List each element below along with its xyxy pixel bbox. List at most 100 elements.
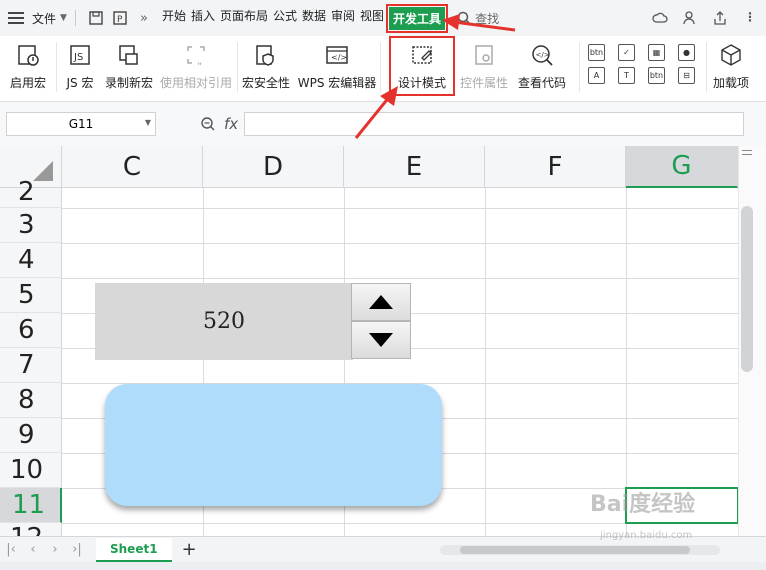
macro-security-button[interactable]: 宏安全性 (238, 36, 294, 96)
view-code-icon: </> (529, 42, 555, 68)
column-header-f[interactable]: F (485, 146, 626, 188)
combo-control-icon[interactable]: ⊟ (678, 67, 695, 84)
relative-ref-button[interactable]: „ 使用相对引用 (155, 36, 237, 96)
tab-formula[interactable]: 公式 (273, 7, 297, 30)
js-macro-icon: JS (67, 42, 93, 68)
js-macro-button[interactable]: JS JS 宏 (57, 36, 103, 96)
sheet-tab[interactable]: Sheet1 (96, 537, 172, 562)
svg-text:JS: JS (73, 52, 83, 63)
row-header-6[interactable]: 6 (0, 313, 62, 348)
file-label: 文件 (32, 11, 57, 26)
triangle-up-icon (369, 295, 393, 309)
enable-macro-button[interactable]: 启用宏 (0, 36, 56, 96)
record-macro-button[interactable]: 录制新宏 (103, 36, 155, 96)
more-icon[interactable]: » (135, 9, 153, 27)
row-header-11[interactable]: 11 (0, 488, 62, 523)
formula-tools: fx (200, 115, 238, 133)
grid-line (62, 278, 738, 279)
tab-home[interactable]: 开始 (162, 7, 186, 30)
user-add-icon[interactable] (682, 10, 698, 26)
label-control-icon[interactable]: A (588, 67, 605, 84)
file-menu[interactable]: 文件 ▼ (32, 10, 67, 27)
column-header-c[interactable]: C (62, 146, 203, 188)
horizontal-scrollbar[interactable] (440, 545, 720, 555)
chevron-down-icon: ▼ (144, 118, 151, 127)
row-header-7[interactable]: 7 (0, 348, 62, 383)
tab-view[interactable]: 视图 (360, 7, 384, 30)
tab-page-layout[interactable]: 页面布局 (220, 7, 268, 30)
row-header-12[interactable]: 12 (0, 523, 62, 536)
record-macro-icon (116, 42, 142, 68)
chevron-down-icon: ▼ (60, 13, 67, 23)
grid-line (62, 208, 738, 209)
form-controls: btn ✓ ▦ ● A T btn ⊟ (580, 36, 706, 84)
button-control-icon[interactable]: btn (588, 44, 605, 61)
vertical-scrollbar[interactable] (738, 146, 766, 536)
save-icon[interactable] (87, 9, 105, 27)
control-properties-button[interactable]: 控件属性 (455, 36, 513, 96)
add-sheet-icon[interactable]: + (182, 539, 197, 560)
addins-icon (718, 42, 744, 68)
command-control-icon[interactable]: btn (648, 67, 665, 84)
scroll-thumb[interactable] (741, 206, 753, 372)
grid-line (62, 243, 738, 244)
design-mode-icon (409, 42, 435, 68)
divider (74, 10, 76, 26)
formula-input[interactable] (244, 112, 745, 136)
column-header-g[interactable]: G (626, 146, 738, 188)
tab-data[interactable]: 数据 (302, 7, 326, 30)
ribbon-tabs: 开始 插入 页面布局 公式 数据 审阅 视图 开发工具 (162, 3, 449, 33)
row-header-10[interactable]: 10 (0, 453, 62, 488)
annotation-arrow (354, 86, 398, 139)
column-header-d[interactable]: D (203, 146, 344, 188)
addins-label: 加载项 (712, 76, 749, 90)
watermark-url: jingyan.baidu.com (600, 530, 693, 541)
spin-value: 520 (203, 309, 245, 334)
macro-security-icon (253, 42, 279, 68)
first-sheet-icon[interactable]: |‹ (0, 542, 22, 557)
view-code-button[interactable]: </> 查看代码 (513, 36, 571, 96)
grid-line (626, 188, 627, 536)
spin-up-button[interactable] (351, 283, 411, 321)
row-header-4[interactable]: 4 (0, 243, 62, 278)
enable-macro-label: 启用宏 (9, 76, 46, 90)
annotation-arrow (442, 14, 516, 32)
share-icon[interactable] (712, 10, 728, 26)
last-sheet-icon[interactable]: ›| (66, 542, 88, 557)
tab-review[interactable]: 审阅 (331, 7, 355, 30)
zoom-icon[interactable] (200, 116, 216, 132)
textbox-control-icon[interactable]: T (618, 67, 635, 84)
name-box[interactable]: G11 ▼ (6, 112, 156, 136)
export-icon[interactable]: P (111, 9, 129, 27)
more-vertical-icon[interactable]: ⋮ (742, 10, 758, 26)
checkbox-control-icon[interactable]: ✓ (618, 44, 635, 61)
fx-button[interactable]: fx (224, 115, 238, 133)
radio-control-icon[interactable]: ● (678, 44, 695, 61)
row-header-5[interactable]: 5 (0, 278, 62, 313)
relative-ref-icon: „ (183, 42, 209, 68)
column-header-e[interactable]: E (344, 146, 485, 188)
scroll-thumb[interactable] (460, 546, 690, 554)
prev-sheet-icon[interactable]: ‹ (22, 542, 44, 557)
list-control-icon[interactable]: ▦ (648, 44, 665, 61)
next-sheet-icon[interactable]: › (44, 542, 66, 557)
record-macro-label: 录制新宏 (104, 76, 153, 90)
svg-text:„: „ (197, 56, 202, 67)
spin-down-button[interactable] (351, 321, 411, 359)
svg-text:P: P (117, 15, 123, 25)
control-properties-label: 控件属性 (459, 76, 508, 90)
tab-developer[interactable]: 开发工具 (386, 3, 449, 33)
tab-insert[interactable]: 插入 (191, 7, 215, 30)
cloud-icon[interactable] (652, 10, 668, 26)
control-properties-icon (471, 42, 497, 68)
rounded-rectangle-shape[interactable] (105, 384, 442, 506)
row-header-3[interactable]: 3 (0, 208, 62, 243)
spin-value-label[interactable]: 520 (95, 283, 353, 360)
row-header-8[interactable]: 8 (0, 383, 62, 418)
row-header-2[interactable]: 2 (0, 177, 62, 208)
row-header-9[interactable]: 9 (0, 418, 62, 453)
split-handle-icon[interactable] (742, 150, 752, 158)
macro-editor-icon: </> (324, 42, 350, 68)
menu-icon[interactable] (8, 12, 24, 24)
addins-button[interactable]: 加载项 (709, 36, 753, 96)
